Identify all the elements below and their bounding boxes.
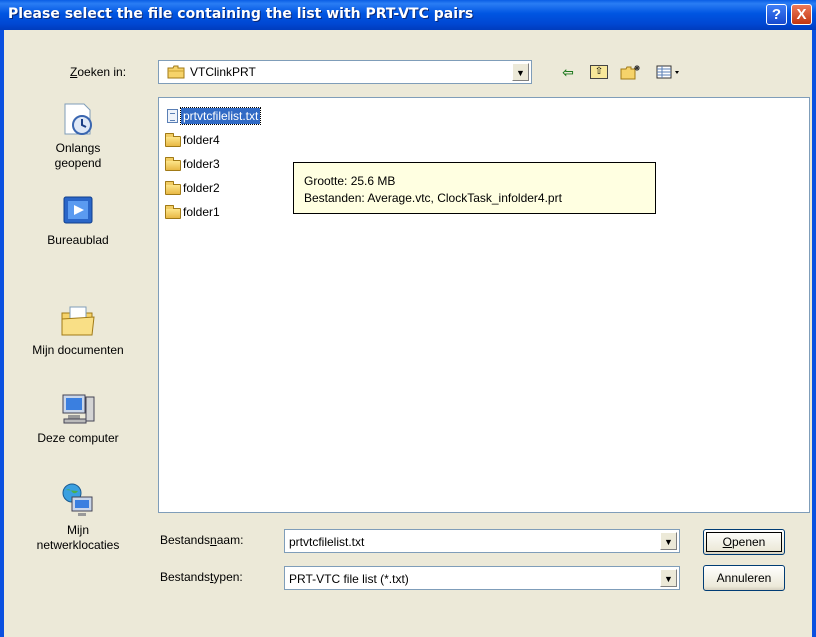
close-button[interactable]: X xyxy=(791,4,812,25)
open-button[interactable]: Openen xyxy=(703,529,785,555)
list-item-folder[interactable]: folder3 xyxy=(165,156,222,174)
places-bar: Onlangs geopend Bureaublad Mijn documente… xyxy=(8,93,148,583)
lookin-label: Zoeken in: xyxy=(70,65,127,79)
up-folder-icon[interactable]: ⇧ xyxy=(590,65,608,79)
window-title: Please select the file containing the li… xyxy=(8,6,474,22)
place-my-computer[interactable]: Deze computer xyxy=(8,391,148,446)
file-tooltip: Grootte: 25.6 MB Bestanden: Average.vtc,… xyxy=(293,162,656,214)
place-recent[interactable]: Onlangs geopend xyxy=(8,101,148,171)
filetype-dropdown[interactable]: PRT-VTC file list (*.txt) ▼ xyxy=(284,566,680,590)
close-icon: X xyxy=(796,6,807,23)
lookin-dropdown[interactable]: VTClinkPRT ▼ xyxy=(158,60,532,84)
list-item-folder[interactable]: folder2 xyxy=(165,180,222,198)
window-frame-right xyxy=(812,30,816,637)
filetype-label: Bestandstypen: xyxy=(160,570,243,584)
place-desktop[interactable]: Bureaublad xyxy=(8,193,148,248)
my-computer-icon xyxy=(60,391,96,427)
my-documents-icon xyxy=(60,303,96,339)
folder-icon xyxy=(165,133,181,147)
network-places-icon xyxy=(60,483,96,519)
lookin-value: VTClinkPRT xyxy=(190,65,256,79)
chevron-down-icon[interactable]: ▼ xyxy=(660,569,677,587)
folder-icon xyxy=(165,205,181,219)
list-item-folder[interactable]: folder4 xyxy=(165,132,222,150)
cancel-button[interactable]: Annuleren xyxy=(703,565,785,591)
place-network[interactable]: Mijn netwerklocaties xyxy=(8,483,148,553)
help-icon: ? xyxy=(771,6,782,23)
tooltip-size: Grootte: 25.6 MB xyxy=(304,174,396,188)
desktop-icon xyxy=(60,193,96,229)
filename-label: Bestandsnaam: xyxy=(160,533,244,547)
filename-value: prtvtcfilelist.txt xyxy=(289,535,365,549)
recent-documents-icon xyxy=(60,101,96,137)
list-item-folder[interactable]: folder1 xyxy=(165,204,222,222)
text-file-icon xyxy=(165,109,181,123)
tooltip-files: Bestanden: Average.vtc, ClockTask_infold… xyxy=(304,191,562,205)
back-arrow-icon[interactable]: ⇦ xyxy=(560,64,576,80)
list-item-file[interactable]: prtvtcfilelist.txt xyxy=(165,107,262,126)
chevron-down-icon[interactable]: ▼ xyxy=(512,63,529,81)
folder-icon xyxy=(165,157,181,171)
folder-icon xyxy=(167,65,185,82)
chevron-down-icon[interactable]: ▼ xyxy=(660,532,677,550)
file-list[interactable]: prtvtcfilelist.txt folder4 folder3 folde… xyxy=(158,97,810,513)
filename-field[interactable]: prtvtcfilelist.txt ▼ xyxy=(284,529,680,553)
help-button[interactable]: ? xyxy=(766,4,787,25)
title-bar: Please select the file containing the li… xyxy=(0,0,816,30)
window-frame-left xyxy=(0,30,4,637)
new-folder-icon[interactable] xyxy=(620,64,642,80)
filetype-value: PRT-VTC file list (*.txt) xyxy=(289,572,409,586)
folder-icon xyxy=(165,181,181,195)
place-my-documents[interactable]: Mijn documenten xyxy=(8,303,148,358)
view-menu-icon[interactable] xyxy=(656,64,684,80)
